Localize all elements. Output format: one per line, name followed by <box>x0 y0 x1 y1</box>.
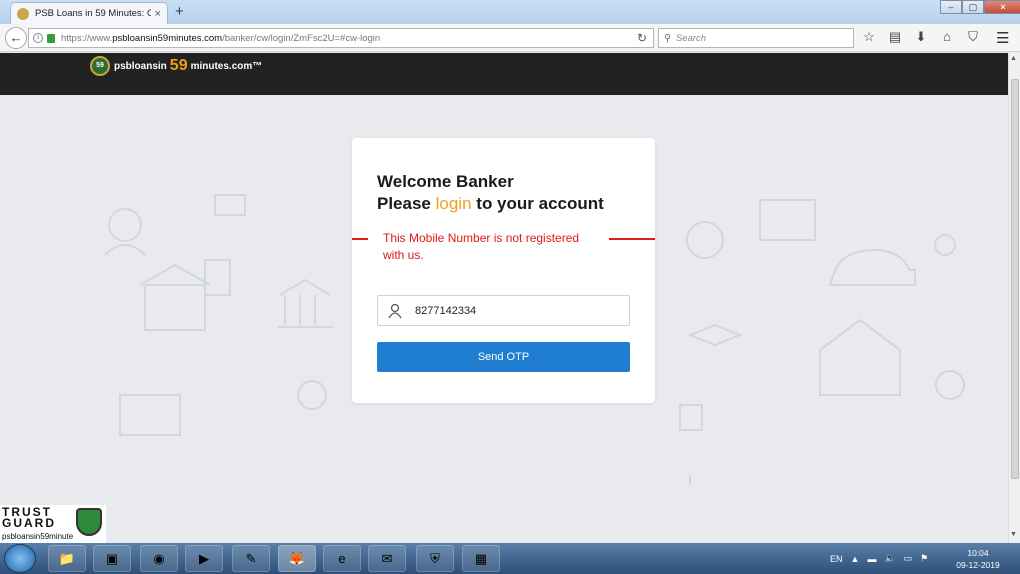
clock-time: 10:04 <box>967 548 989 558</box>
favicon-icon <box>17 7 29 20</box>
internet-explorer-icon[interactable]: e <box>323 545 361 572</box>
url-domain: psbloansin59minutes.com <box>112 32 223 44</box>
subtitle-please: Please <box>377 194 431 213</box>
browser-navbar: ← i https://www. psbloansin59minutes.com /… <box>0 24 1020 52</box>
url-path: /banker/cw/login/ZmFsc2U=#cw-login <box>222 32 381 44</box>
page-content: 59 psbloansin 59 minutes.com™ Welcome Ba… <box>0 53 1008 543</box>
media-player-icon[interactable]: ▶ <box>185 545 223 572</box>
search-icon: ⚲ <box>664 32 671 44</box>
welcome-title: Welcome Banker <box>377 172 514 191</box>
mobile-number-input[interactable] <box>415 304 615 317</box>
app-icon[interactable]: ▣ <box>93 545 131 572</box>
language-indicator[interactable]: EN <box>830 554 843 564</box>
trustguard-text: TRUST GUARD <box>2 506 56 530</box>
scroll-down-icon[interactable]: ▼ <box>1010 531 1017 538</box>
shield-icon <box>76 508 102 536</box>
firefox-icon[interactable]: 🦊 <box>278 545 316 572</box>
new-tab-button[interactable]: + <box>175 3 184 20</box>
search-input[interactable]: ⚲ Search <box>658 28 854 48</box>
volume-icon[interactable]: 🔈 <box>884 553 895 564</box>
home-icon[interactable]: ⌂ <box>938 29 956 45</box>
subtitle-rest: to your account <box>476 194 604 213</box>
paint-icon[interactable]: ✎ <box>232 545 270 572</box>
document-icon[interactable]: ▦ <box>462 545 500 572</box>
url-prefix: https://www. <box>61 32 113 44</box>
browser-tab[interactable]: PSB Loans in 59 Minutes: O... × <box>10 2 168 24</box>
reload-icon[interactable]: ↻ <box>637 31 647 45</box>
close-window-button[interactable]: × <box>984 0 1020 14</box>
hamburger-menu-icon[interactable]: ☰ <box>996 29 1009 47</box>
login-subtitle: Please login to your account <box>377 193 604 215</box>
trustguard-sub: psbloansin59minute <box>2 532 74 541</box>
action-center-icon[interactable]: ⚑ <box>920 553 928 564</box>
toolbar-icons: ☆ ▤ ⬇ ⌂ ⛉ <box>860 29 982 45</box>
tray-expand-icon[interactable]: ▲ <box>851 554 860 564</box>
tab-title: PSB Loans in 59 Minutes: O... <box>35 8 151 19</box>
error-divider-right <box>609 238 655 240</box>
scroll-up-icon[interactable]: ▲ <box>1010 55 1017 62</box>
maximize-button[interactable]: ▢ <box>962 0 984 14</box>
notification-icon[interactable]: ▬ <box>867 554 876 564</box>
browser-titlebar: PSB Loans in 59 Minutes: O... × + – ▢ × <box>0 0 1020 24</box>
pocket-icon[interactable]: ⛉ <box>964 29 982 45</box>
window-controls: – ▢ × <box>940 0 1020 14</box>
logo-badge: 59 <box>90 56 110 76</box>
taskbar: 📁 ▣ ◉ ▶ ✎ 🦊 e ✉ ⛨ ▦ EN ▲ ▬ 🔈 ▭ ⚑ 10:04 0… <box>0 543 1020 574</box>
subtitle-login: login <box>435 194 472 213</box>
trustguard-line2: GUARD <box>2 516 56 530</box>
trustguard-badge[interactable]: TRUST GUARD psbloansin59minute <box>0 505 106 543</box>
logo-text-post: minutes.com™ <box>190 60 263 72</box>
lock-icon[interactable] <box>47 33 55 43</box>
back-button[interactable]: ← <box>5 27 27 49</box>
explorer-icon[interactable]: 📁 <box>48 545 86 572</box>
error-message: This Mobile Number is not registered wit… <box>383 231 580 262</box>
address-bar[interactable]: i https://www. psbloansin59minutes.com/ba… <box>28 28 654 48</box>
minimize-button[interactable]: – <box>940 0 962 14</box>
download-icon[interactable]: ⬇ <box>912 29 930 45</box>
site-logo[interactable]: 59 psbloansin 59 minutes.com™ <box>90 56 262 76</box>
start-button[interactable] <box>4 544 36 573</box>
chrome-icon[interactable]: ◉ <box>140 545 178 572</box>
user-icon <box>388 303 402 318</box>
clock-date: 09-12-2019 <box>956 560 1000 570</box>
scrollbar-thumb[interactable] <box>1011 79 1019 479</box>
tab-close-icon[interactable]: × <box>155 8 161 20</box>
error-divider-left <box>352 238 368 240</box>
reading-list-icon[interactable]: ▤ <box>886 29 904 45</box>
info-icon[interactable]: i <box>33 33 43 43</box>
logo-text-number: 59 <box>169 57 188 74</box>
login-card: Welcome Banker Please login to your acco… <box>352 138 655 403</box>
system-tray: EN ▲ ▬ 🔈 ▭ ⚑ <box>830 543 928 574</box>
security-shield-icon[interactable]: ⛨ <box>416 545 454 572</box>
folder-icon[interactable]: ✉ <box>368 545 406 572</box>
logo-text-pre: psbloansin <box>114 60 167 72</box>
site-header: 59 psbloansin 59 minutes.com™ <box>0 53 1008 95</box>
bookmark-star-icon[interactable]: ☆ <box>860 29 878 45</box>
page-scrollbar[interactable]: ▲ ▼ <box>1008 53 1020 543</box>
login-heading: Welcome Banker Please login to your acco… <box>377 171 604 215</box>
send-otp-button[interactable]: Send OTP <box>377 342 630 372</box>
search-placeholder: Search <box>675 32 707 44</box>
mobile-number-field[interactable] <box>377 295 630 326</box>
network-icon[interactable]: ▭ <box>904 553 913 564</box>
clock[interactable]: 10:04 09-12-2019 <box>952 547 1004 571</box>
